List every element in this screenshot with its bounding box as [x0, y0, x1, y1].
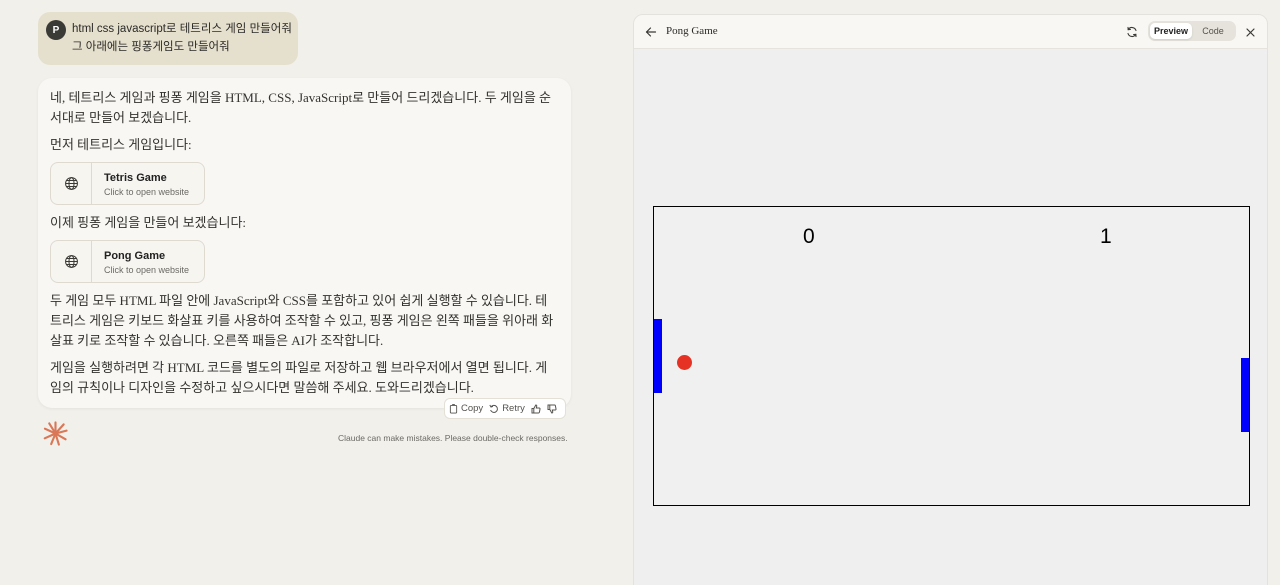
pong-artifact-name: Pong Game [104, 250, 166, 262]
user-avatar: P [46, 20, 66, 40]
message-actions: Copy Retry [444, 398, 566, 419]
thumbs-down-button[interactable] [547, 404, 557, 414]
tetris-artifact-card[interactable]: Tetris Game Click to open website [50, 162, 205, 205]
assistant-message: 네, 테트리스 게임과 핑퐁 게임을 HTML, CSS, JavaScript… [38, 78, 571, 408]
copy-icon [449, 403, 458, 413]
pong-artifact-sub: Click to open website [104, 265, 190, 275]
pong-artifact-card[interactable]: Pong Game Click to open website [50, 240, 205, 283]
refresh-icon [1127, 26, 1137, 38]
preview-code-toggle: Preview Code [1148, 21, 1236, 41]
thumbs-up-icon [531, 403, 541, 413]
pong-game-canvas[interactable]: 0 1 [653, 206, 1250, 506]
artifact-preview-panel: Pong Game Preview Code 0 1 [633, 14, 1268, 585]
back-button[interactable] [645, 25, 657, 43]
copy-button[interactable]: Copy [449, 403, 483, 414]
pong-intro: 이제 핑퐁 게임을 만들어 보겠습니다: [50, 215, 247, 230]
user-message-line-1: html css javascript로 테트리스 게임 만들어줘 [72, 23, 292, 35]
claude-spark-icon [43, 421, 68, 446]
assistant-intro: 네, 테트리스 게임과 핑퐁 게임을 HTML, CSS, JavaScript… [50, 90, 551, 125]
panel-header: Pong Game Preview Code [634, 15, 1267, 49]
claude-logo [43, 421, 68, 451]
left-score: 0 [803, 225, 815, 248]
thumbs-down-icon [547, 404, 557, 414]
tetris-artifact-name: Tetris Game [104, 172, 167, 184]
globe-icon [64, 255, 78, 268]
left-paddle [654, 319, 662, 393]
tetris-intro: 먼저 테트리스 게임입니다: [50, 137, 192, 152]
globe-icon [64, 177, 78, 190]
refresh-button[interactable] [1126, 25, 1138, 43]
thumbs-up-button[interactable] [531, 403, 541, 414]
panel-title: Pong Game [666, 25, 718, 37]
user-message: P html css javascript로 테트리스 게임 만들어줘 그 아래… [38, 12, 298, 65]
tetris-artifact-sub: Click to open website [104, 187, 190, 197]
pong-ball [677, 355, 692, 370]
user-message-line-2: 그 아래에는 핑퐁게임도 만들어줘 [72, 41, 230, 53]
right-score: 1 [1100, 225, 1112, 248]
disclaimer-text: Claude can make mistakes. Please double-… [338, 433, 568, 443]
arrow-left-icon [645, 27, 657, 37]
tab-code[interactable]: Code [1192, 23, 1234, 39]
close-button[interactable] [1245, 25, 1256, 43]
retry-button[interactable]: Retry [489, 403, 525, 414]
assistant-body-1: 두 게임 모두 HTML 파일 안에 JavaScript와 CSS를 포함하고… [50, 293, 554, 348]
close-icon [1246, 28, 1255, 37]
copy-label: Copy [461, 403, 484, 414]
retry-label: Retry [502, 403, 525, 414]
retry-icon [489, 404, 499, 413]
tab-preview[interactable]: Preview [1150, 23, 1192, 39]
right-paddle [1241, 358, 1249, 432]
assistant-body-2: 게임을 실행하려면 각 HTML 코드를 별도의 파일로 저장하고 웹 브라우저… [50, 360, 548, 395]
